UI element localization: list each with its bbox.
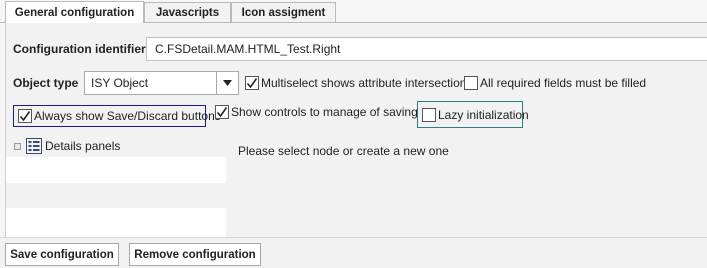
tree-node-label: Details panels — [45, 139, 121, 153]
checkmark-icon — [246, 78, 258, 89]
multiselect-intersection-checkbox[interactable] — [245, 76, 259, 90]
tree-expander-icon[interactable] — [14, 142, 21, 150]
tree-node-details-panels[interactable]: Details panels — [14, 138, 120, 154]
tab-general-configuration[interactable]: General configuration — [5, 1, 144, 23]
general-configuration-panel: Configuration identifier C.FSDetail.MAM.… — [5, 23, 707, 237]
configuration-identifier-input[interactable]: C.FSDetail.MAM.HTML_Test.Right — [146, 37, 707, 61]
always-show-save-label: Always show Save/Discard buttons — [34, 109, 221, 123]
action-bar: Save configuration Remove configuration — [0, 237, 707, 268]
show-saving-controls-option[interactable]: Show controls to manage of saving — [215, 105, 418, 119]
chevron-down-icon — [223, 80, 232, 86]
always-show-save-option[interactable]: Always show Save/Discard buttons — [13, 105, 221, 127]
details-panel-icon — [26, 138, 42, 154]
tab-icon-assignment[interactable]: Icon assigment — [231, 2, 336, 23]
lazy-initialization-option[interactable]: Lazy initialization — [417, 101, 529, 128]
configuration-identifier-label: Configuration identifier — [13, 42, 146, 56]
lazy-initialization-label: Lazy initialization — [438, 107, 529, 122]
object-type-select[interactable]: ISY Object — [84, 71, 239, 95]
tab-javascripts[interactable]: Javascripts — [144, 2, 231, 23]
object-type-selected-value: ISY Object — [91, 76, 149, 90]
select-node-message: Please select node or create a new one — [238, 144, 449, 158]
save-configuration-button[interactable]: Save configuration — [5, 243, 119, 266]
multiselect-intersection-option[interactable]: Multiselect shows attribute intersection — [245, 76, 466, 90]
required-fields-checkbox[interactable] — [464, 76, 478, 90]
checkmark-icon — [19, 111, 31, 122]
multiselect-intersection-label: Multiselect shows attribute intersection — [261, 76, 467, 90]
config-editor: General configuration Javascripts Icon a… — [0, 0, 707, 268]
always-show-save-checkbox[interactable] — [18, 109, 32, 123]
lazy-initialization-checkbox[interactable] — [422, 107, 436, 122]
tree-row-background — [6, 183, 226, 208]
show-saving-controls-label: Show controls to manage of saving — [231, 105, 418, 119]
remove-configuration-button[interactable]: Remove configuration — [129, 243, 261, 266]
dropdown-arrow-button[interactable] — [216, 72, 238, 94]
required-fields-label: All required fields must be filled — [480, 76, 647, 90]
tab-bar: General configuration Javascripts Icon a… — [0, 0, 707, 23]
checkmark-icon — [216, 107, 228, 118]
show-saving-controls-checkbox[interactable] — [215, 105, 229, 119]
configuration-tree: Details panels — [6, 136, 226, 237]
required-fields-option[interactable]: All required fields must be filled — [464, 76, 646, 90]
object-type-label: Object type — [13, 76, 79, 90]
